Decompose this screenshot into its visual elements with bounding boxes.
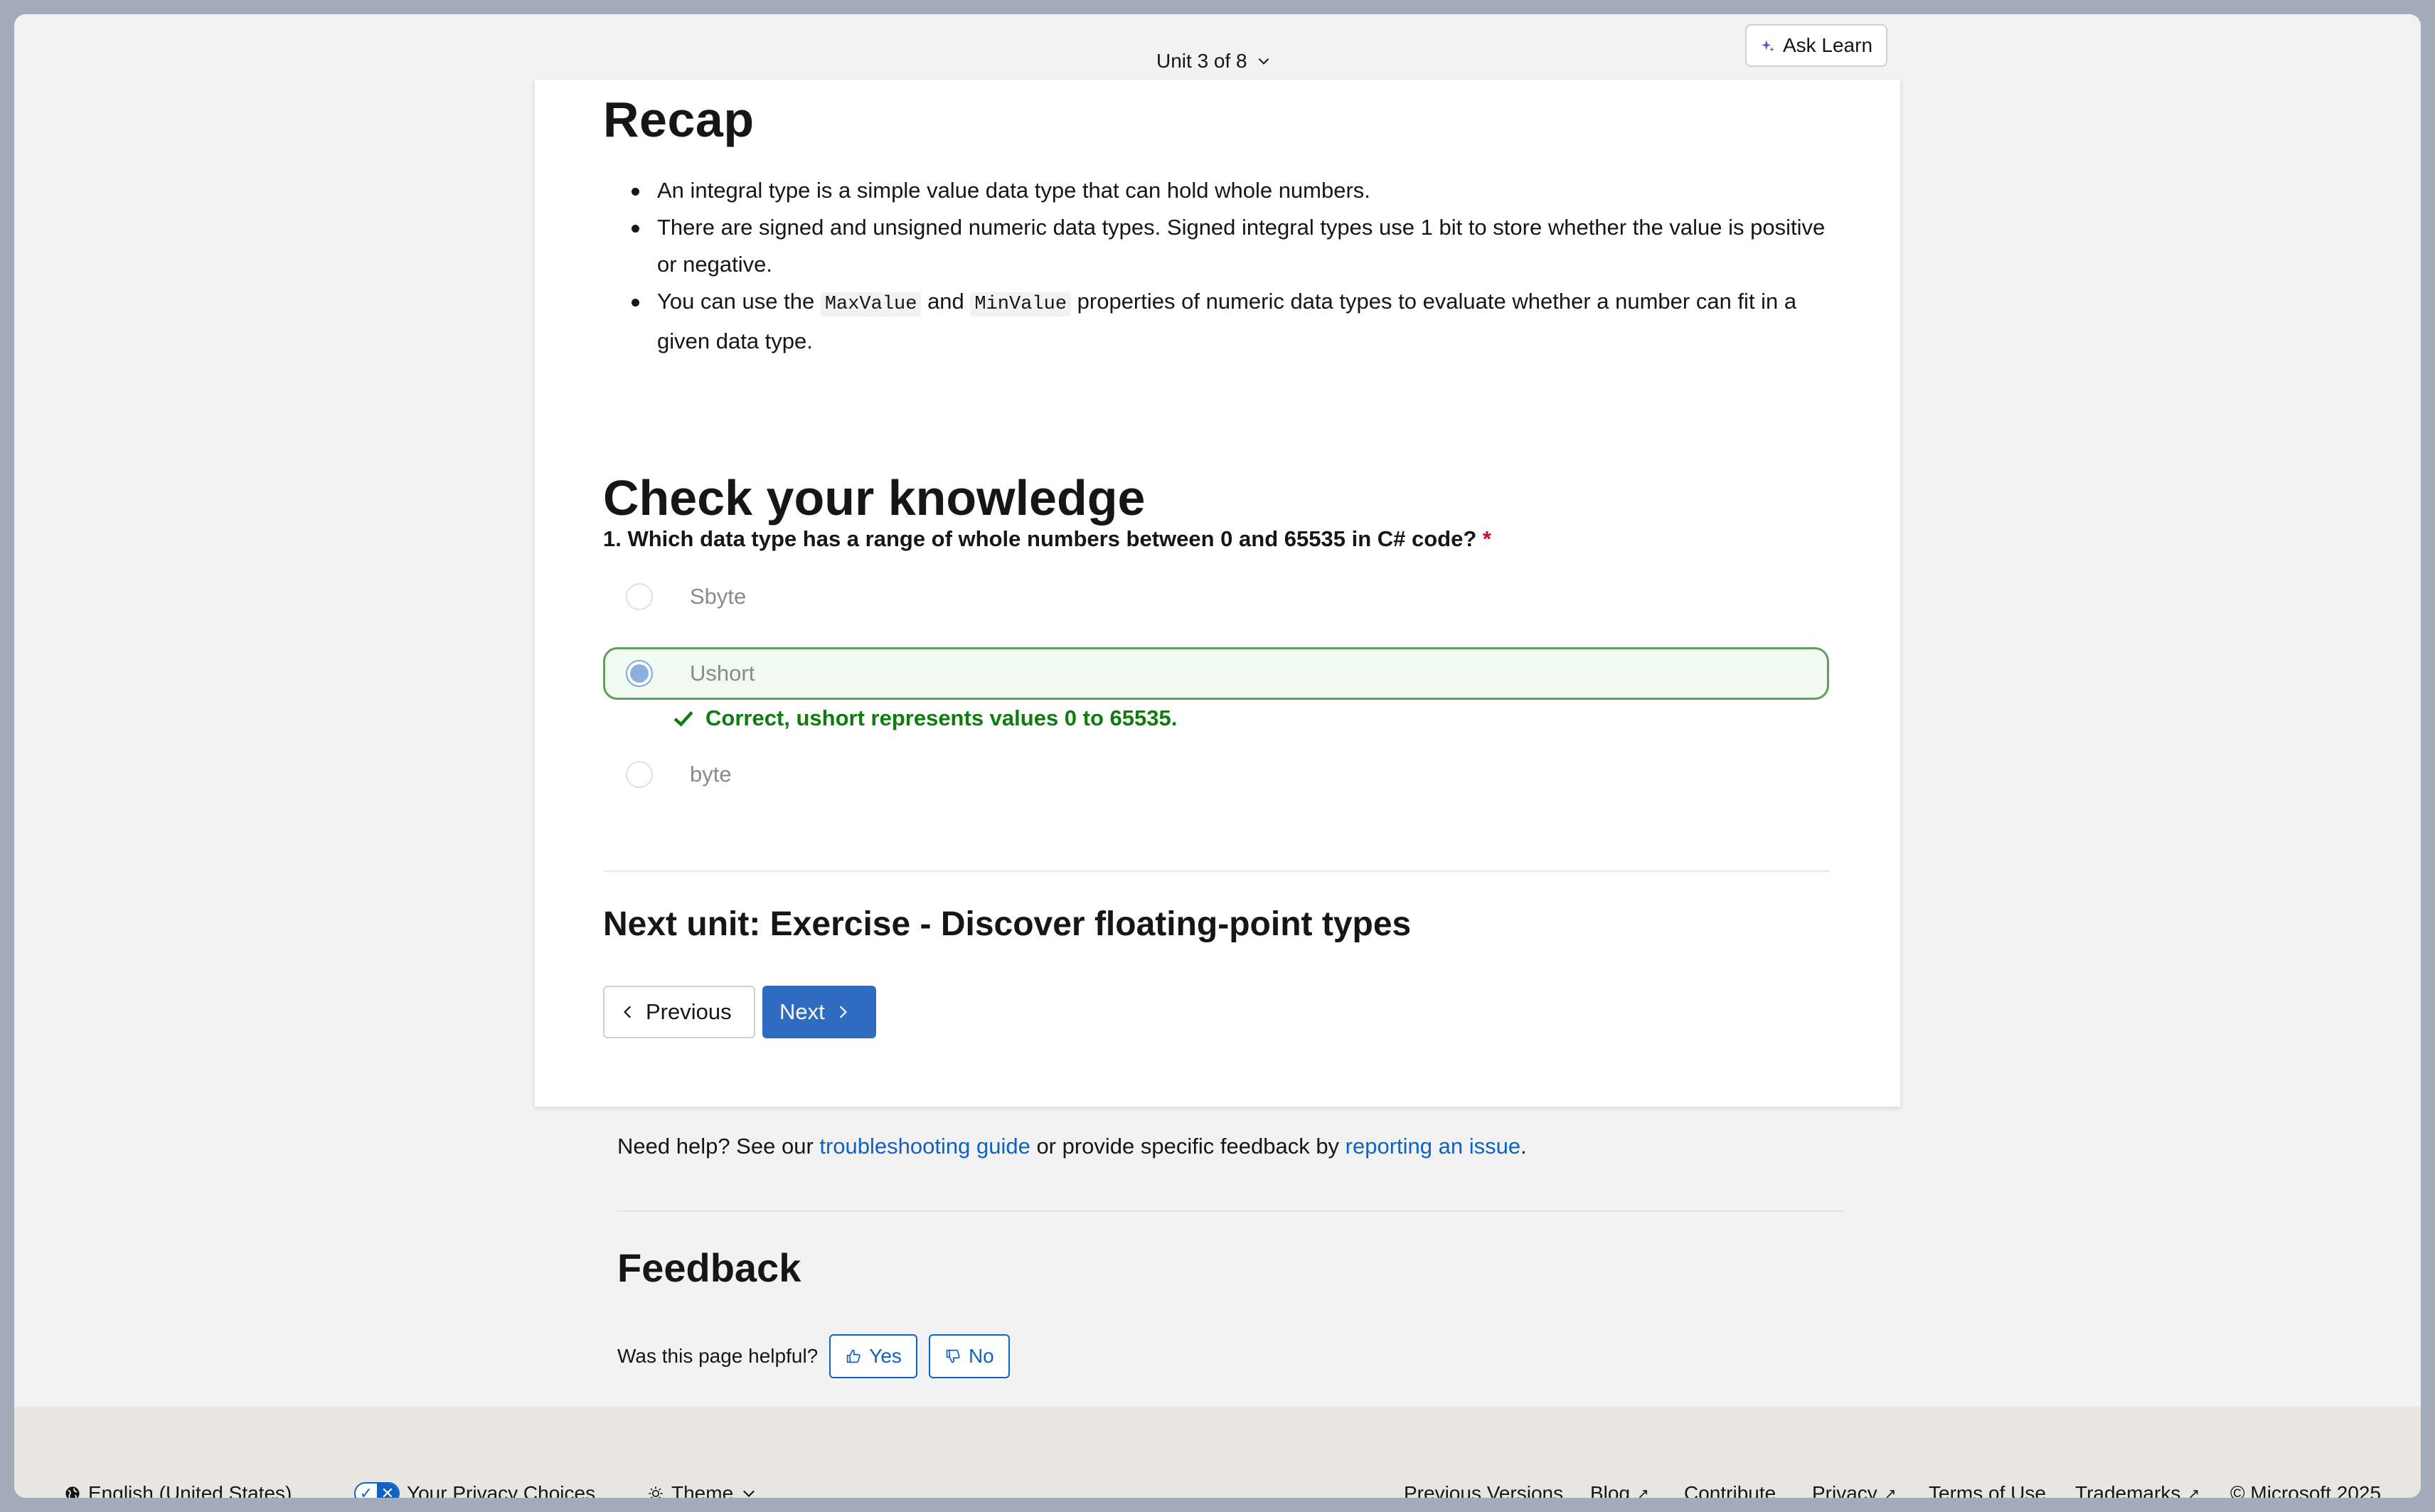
no-button[interactable]: No xyxy=(928,1334,1010,1378)
code-maxvalue: MaxValue xyxy=(820,292,922,316)
external-link-icon: ↗ xyxy=(1637,1486,1649,1498)
list-item: You can use the MaxValue and MinValue pr… xyxy=(632,283,1829,360)
list-item: There are signed and unsigned numeric da… xyxy=(632,209,1829,283)
text: You can use the xyxy=(657,289,821,314)
radio-button[interactable] xyxy=(626,761,653,788)
text: Need help? See our xyxy=(617,1134,820,1159)
chevron-right-icon xyxy=(839,1006,847,1018)
globe-icon xyxy=(65,1486,80,1498)
copyright-label: © Microsoft 2025 xyxy=(2230,1482,2382,1498)
next-button[interactable]: Next xyxy=(762,986,876,1038)
check-knowledge-heading: Check your knowledge xyxy=(603,470,1146,526)
troubleshooting-guide-link[interactable]: troubleshooting guide xyxy=(819,1134,1030,1159)
thumbs-up-icon xyxy=(847,1349,860,1363)
text: . xyxy=(1520,1134,1527,1159)
chevron-left-icon xyxy=(624,1006,632,1018)
chevron-down-icon xyxy=(743,1490,755,1498)
thumbs-down-icon xyxy=(946,1349,960,1363)
list-item: An integral type is a simple value data … xyxy=(632,172,1829,209)
footer-link-trademarks[interactable]: Trademarks ↗ xyxy=(2075,1482,2200,1498)
footer-link-terms[interactable]: Terms of Use xyxy=(1929,1482,2046,1498)
divider xyxy=(617,1210,1843,1212)
radio-dot xyxy=(630,664,649,683)
next-label: Next xyxy=(779,999,825,1024)
footer-link-label: Previous Versions xyxy=(1404,1482,1564,1498)
footer-link-label: Privacy xyxy=(1812,1482,1877,1498)
page-helpful-row: Was this page helpful? Yes No xyxy=(617,1334,1010,1378)
divider xyxy=(603,871,1829,872)
language-selector[interactable]: English (United States) xyxy=(64,1482,292,1498)
footer-link-label: Terms of Use xyxy=(1929,1482,2046,1498)
chevron-down-icon xyxy=(1258,58,1269,65)
no-label: No xyxy=(968,1345,994,1367)
radio-button[interactable] xyxy=(626,583,653,610)
ask-learn-button[interactable]: Ask Learn xyxy=(1745,24,1887,67)
external-link-icon: ↗ xyxy=(2188,1486,2200,1498)
unit-navigation-label: Unit 3 of 8 xyxy=(1156,50,1247,72)
next-unit-title: Next unit: Exercise - Discover floating-… xyxy=(603,905,1412,943)
quiz-question: 1. Which data type has a range of whole … xyxy=(603,526,1491,552)
footer-link-blog[interactable]: Blog ↗ xyxy=(1590,1482,1649,1498)
question-text: 1. Which data type has a range of whole … xyxy=(603,526,1477,551)
helpful-question: Was this page helpful? xyxy=(617,1345,819,1367)
required-mark: * xyxy=(1482,526,1491,551)
footer-link-label: Contribute xyxy=(1684,1482,1776,1498)
text: or provide specific feedback by xyxy=(1030,1134,1346,1159)
option-label: Sbyte xyxy=(690,584,747,609)
site-footer: English (United States) ✓ ✕ Your Privacy… xyxy=(14,1407,2421,1498)
feedback-text: Correct, ushort represents values 0 to 6… xyxy=(705,706,1178,730)
recap-list: An integral type is a simple value data … xyxy=(603,172,1829,360)
option-label: byte xyxy=(690,762,732,787)
footer-link-label: Blog xyxy=(1590,1482,1631,1498)
footer-link-contribute[interactable]: Contribute xyxy=(1684,1482,1776,1498)
quiz-option-byte[interactable]: byte xyxy=(603,748,1829,801)
x-icon: ✕ xyxy=(377,1484,398,1498)
language-label: English (United States) xyxy=(88,1482,292,1498)
ask-learn-label: Ask Learn xyxy=(1782,34,1873,56)
sun-icon xyxy=(649,1486,663,1498)
footer-link-previous-versions[interactable]: Previous Versions xyxy=(1404,1482,1563,1498)
footer-link-label: Trademarks xyxy=(2075,1482,2181,1498)
quiz-option-ushort[interactable]: Ushort xyxy=(603,647,1829,700)
help-text: Need help? See our troubleshooting guide… xyxy=(617,1134,1527,1159)
copyright: © Microsoft 2025 xyxy=(2230,1482,2381,1498)
privacy-choices-link[interactable]: ✓ ✕ Your Privacy Choices xyxy=(354,1482,595,1498)
option-label: Ushort xyxy=(690,661,755,686)
answer-feedback: Correct, ushort represents values 0 to 6… xyxy=(671,706,1177,731)
code-minvalue: MinValue xyxy=(970,292,1072,316)
sparkle-icon xyxy=(1762,40,1774,52)
checkmark-icon xyxy=(673,711,693,727)
privacy-toggle-icon: ✓ ✕ xyxy=(354,1482,400,1498)
privacy-choices-label: Your Privacy Choices xyxy=(407,1482,596,1498)
check-icon: ✓ xyxy=(356,1484,377,1498)
yes-label: Yes xyxy=(869,1345,902,1367)
external-link-icon: ↗ xyxy=(1884,1486,1897,1498)
radio-button-selected[interactable] xyxy=(626,660,653,687)
quiz-option-sbyte[interactable]: Sbyte xyxy=(603,570,1829,623)
recap-heading: Recap xyxy=(603,92,755,147)
previous-label: Previous xyxy=(646,999,732,1024)
report-issue-link[interactable]: reporting an issue xyxy=(1346,1134,1520,1159)
unit-content-card: Recap An integral type is a simple value… xyxy=(535,80,1900,1107)
footer-link-privacy[interactable]: Privacy ↗ xyxy=(1812,1482,1897,1498)
theme-label: Theme xyxy=(671,1482,734,1498)
previous-button[interactable]: Previous xyxy=(603,986,755,1038)
browser-window: Unit 3 of 8 Ask Learn Recap An integral … xyxy=(14,14,2421,1498)
unit-navigation-dropdown[interactable]: Unit 3 of 8 xyxy=(1156,46,1272,77)
yes-button[interactable]: Yes xyxy=(829,1334,917,1378)
text: and xyxy=(921,289,971,314)
feedback-heading: Feedback xyxy=(617,1245,801,1290)
theme-dropdown[interactable]: Theme xyxy=(647,1482,757,1498)
